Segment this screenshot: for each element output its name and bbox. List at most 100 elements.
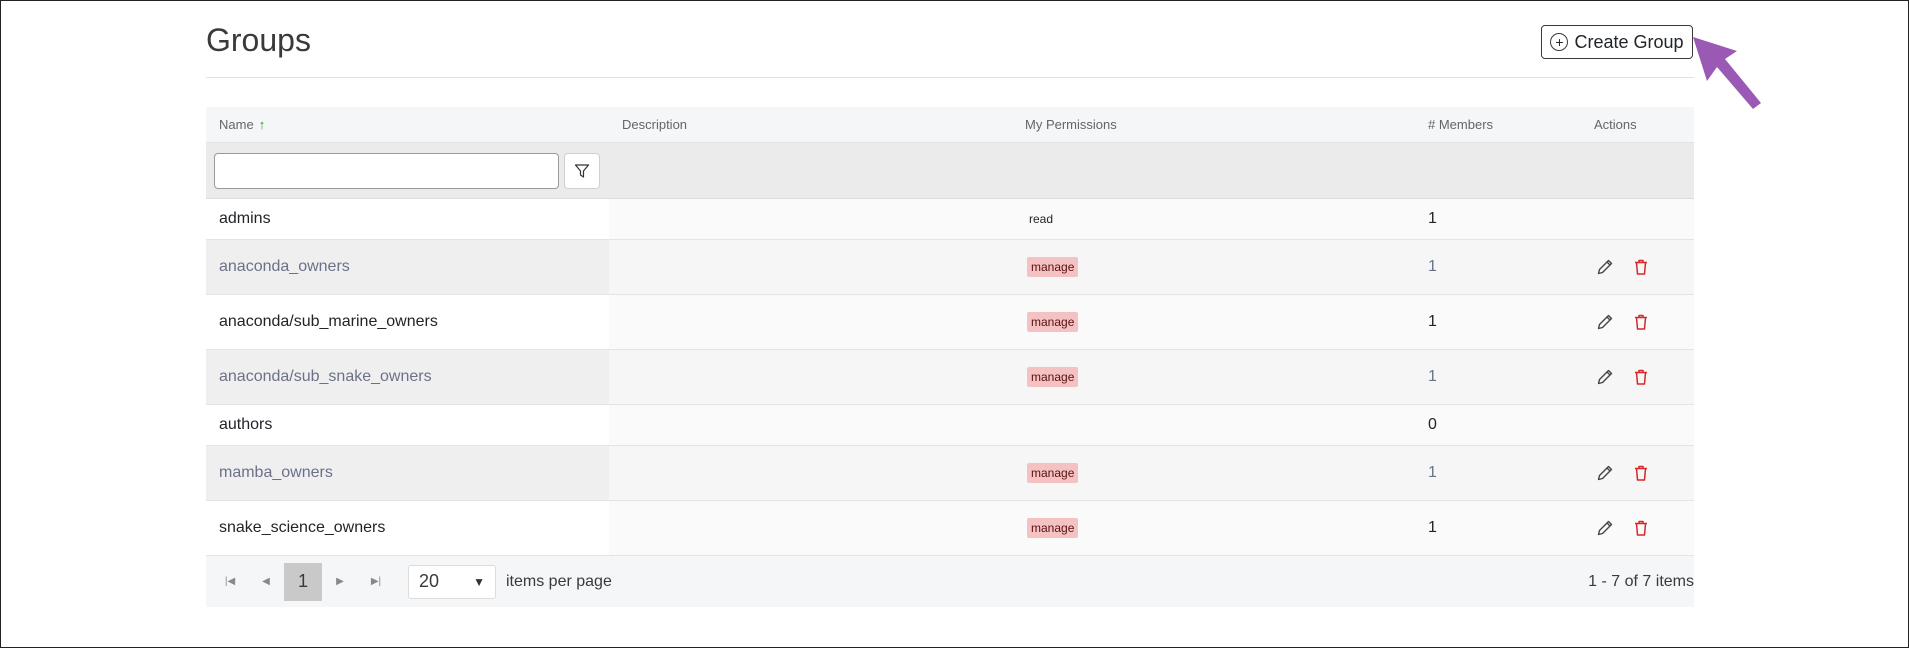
create-group-button[interactable]: + Create Group [1541, 25, 1693, 59]
page-size-value: 20 [419, 571, 440, 591]
group-name-cell: snake_science_owners [206, 501, 609, 555]
filter-icon [574, 163, 590, 178]
filter-row [206, 143, 1694, 199]
edit-button[interactable] [1594, 517, 1616, 539]
edit-button[interactable] [1594, 311, 1616, 333]
prev-page-button[interactable]: ◀ [248, 563, 284, 601]
pencil-icon [1597, 520, 1613, 536]
permission-cell: manage [1012, 240, 1415, 294]
member-count: 1 [1428, 464, 1437, 481]
table-row: admins read 1 [206, 199, 1694, 240]
permission-badge: manage [1027, 312, 1079, 332]
grid-header: Name ↑ Description My Permissions # Memb… [206, 107, 1694, 143]
member-count: 1 [1428, 368, 1437, 385]
name-filter-input[interactable] [214, 152, 559, 189]
group-name[interactable]: mamba_owners [219, 464, 333, 482]
next-page-button[interactable]: ▶ [322, 563, 358, 601]
permission-cell: read [1012, 199, 1415, 239]
trash-icon [1635, 259, 1647, 275]
column-header-description[interactable]: Description [609, 107, 1012, 142]
group-name[interactable]: snake_science_owners [219, 519, 385, 537]
sort-up-icon: ↑ [258, 117, 266, 132]
permission-badge: read [1029, 212, 1054, 226]
trash-icon [1635, 520, 1647, 536]
table-row: anaconda_owners manage 1 [206, 240, 1694, 295]
column-header-permissions[interactable]: My Permissions [1012, 107, 1415, 142]
column-header-name[interactable]: Name ↑ [206, 107, 609, 142]
group-description [609, 199, 1012, 239]
permission-badge: manage [1027, 463, 1079, 483]
edit-button[interactable] [1594, 366, 1616, 388]
member-count: 1 [1428, 519, 1437, 536]
permission-cell: manage [1012, 501, 1415, 555]
group-description [609, 240, 1012, 294]
group-name[interactable]: authors [219, 416, 272, 434]
group-description [609, 405, 1012, 445]
actions-cell [1580, 240, 1694, 294]
permission-cell [1012, 405, 1415, 445]
edit-button[interactable] [1594, 256, 1616, 278]
column-header-actions: Actions [1594, 117, 1637, 132]
header-divider [206, 77, 1694, 78]
permission-cell: manage [1012, 295, 1415, 349]
actions-cell [1580, 405, 1694, 445]
column-header-members[interactable]: # Members [1415, 107, 1580, 142]
last-page-button[interactable]: ▶| [358, 563, 394, 601]
pager: |◀ ◀ 1 ▶ ▶| 20 ▼ items per page 1 - 7 of… [206, 556, 1694, 607]
pencil-icon [1597, 465, 1613, 481]
member-count: 1 [1428, 258, 1437, 275]
table-row: mamba_owners manage 1 [206, 446, 1694, 501]
grid-body: admins read 1 anaconda_owners manage 1 anacond… [206, 199, 1694, 556]
delete-button[interactable] [1630, 366, 1652, 388]
group-name[interactable]: anaconda/sub_marine_owners [219, 313, 438, 331]
trash-icon [1635, 465, 1647, 481]
create-group-label: Create Group [1574, 31, 1684, 52]
filter-button[interactable] [564, 152, 600, 189]
group-name-cell: mamba_owners [206, 446, 609, 500]
group-name-cell: anaconda_owners [206, 240, 609, 294]
table-row: authors 0 [206, 405, 1694, 446]
groups-grid: Name ↑ Description My Permissions # Memb… [206, 107, 1694, 607]
chevron-down-icon: ▼ [473, 574, 485, 589]
per-page-label: items per page [506, 572, 612, 590]
group-name-cell: authors [206, 405, 609, 445]
permission-badge: manage [1027, 367, 1079, 387]
member-count: 0 [1428, 416, 1437, 433]
permission-badge: manage [1027, 518, 1079, 538]
delete-button[interactable] [1630, 256, 1652, 278]
pencil-icon [1597, 314, 1613, 330]
table-row: anaconda/sub_snake_owners manage 1 [206, 350, 1694, 405]
group-name-cell: anaconda/sub_snake_owners [206, 350, 609, 404]
group-name-cell: admins [206, 199, 609, 239]
first-page-button[interactable]: |◀ [212, 563, 248, 601]
table-row: snake_science_owners manage 1 [206, 501, 1694, 556]
group-name[interactable]: anaconda/sub_snake_owners [219, 368, 432, 386]
actions-cell [1580, 295, 1694, 349]
pencil-icon [1597, 369, 1613, 385]
delete-button[interactable] [1630, 462, 1652, 484]
delete-button[interactable] [1630, 311, 1652, 333]
group-description [609, 501, 1012, 555]
permission-cell: manage [1012, 446, 1415, 500]
actions-cell [1580, 446, 1694, 500]
group-description [609, 350, 1012, 404]
page-size-select[interactable]: 20 ▼ [408, 564, 496, 599]
group-name[interactable]: admins [219, 210, 271, 228]
group-name[interactable]: anaconda_owners [219, 258, 350, 276]
actions-cell [1580, 501, 1694, 555]
group-name-cell: anaconda/sub_marine_owners [206, 295, 609, 349]
current-page-button[interactable]: 1 [284, 562, 322, 601]
delete-button[interactable] [1630, 517, 1652, 539]
actions-cell [1580, 199, 1694, 239]
page-title: Groups [206, 22, 311, 58]
edit-button[interactable] [1594, 462, 1616, 484]
actions-cell [1580, 350, 1694, 404]
member-count: 1 [1428, 313, 1437, 330]
trash-icon [1635, 314, 1647, 330]
group-description [609, 295, 1012, 349]
pencil-icon [1597, 259, 1613, 275]
plus-circle-icon: + [1550, 33, 1569, 51]
trash-icon [1635, 369, 1647, 385]
table-row: anaconda/sub_marine_owners manage 1 [206, 295, 1694, 350]
annotation-arrow-icon [1693, 37, 1761, 109]
